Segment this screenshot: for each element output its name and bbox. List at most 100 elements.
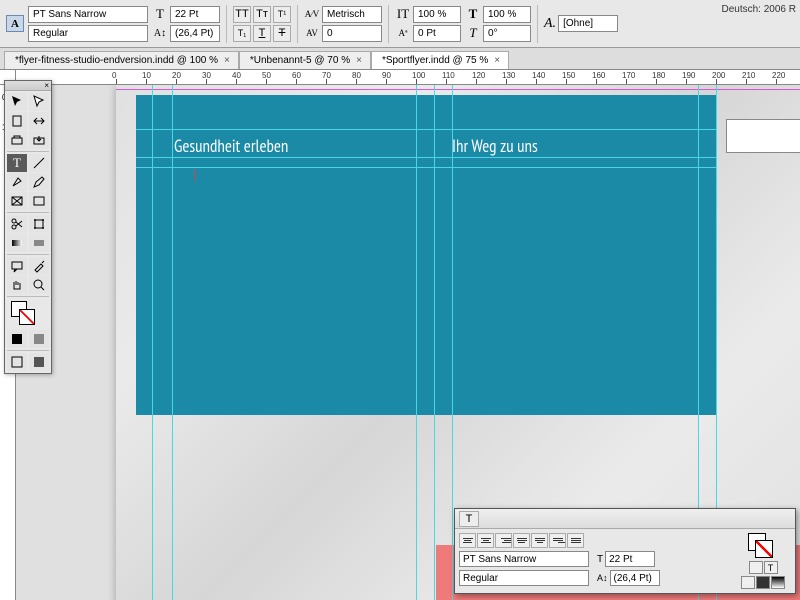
font-style-field[interactable] bbox=[28, 25, 148, 42]
apply-gradient-button[interactable] bbox=[29, 330, 49, 348]
apply-color-button[interactable] bbox=[7, 330, 27, 348]
tools-panel[interactable]: × T bbox=[4, 80, 52, 374]
baseline-icon: Aª bbox=[395, 25, 411, 41]
page-tool[interactable] bbox=[7, 112, 27, 130]
allcaps-button[interactable]: TT bbox=[233, 6, 251, 23]
control-bar: A T A↕ TT Tᴛ T¹ T₁ T T A⁄V AV IT Aª T T … bbox=[0, 0, 800, 48]
panel-leading-field[interactable] bbox=[610, 570, 660, 586]
underline-button[interactable]: T bbox=[253, 25, 271, 42]
teal-frame[interactable]: Gesundheit erleben Ihr Weg zu uns bbox=[136, 95, 716, 415]
heading-gesundheit[interactable]: Gesundheit erleben bbox=[174, 135, 288, 157]
character-panel[interactable]: T T A↕ bbox=[454, 508, 796, 594]
normal-view-button[interactable] bbox=[7, 353, 27, 371]
ruler-horizontal[interactable]: 0102030405060708090100110120130140150160… bbox=[16, 70, 800, 85]
align-right-button[interactable] bbox=[495, 533, 512, 548]
apply-gradient-button[interactable] bbox=[771, 576, 785, 589]
tab-sportflyer[interactable]: *Sportflyer.indd @ 75 %× bbox=[371, 51, 509, 69]
gap-tool[interactable] bbox=[29, 112, 49, 130]
guide[interactable] bbox=[136, 157, 716, 158]
hscale-field[interactable] bbox=[483, 6, 531, 23]
smallcaps-button[interactable]: Tᴛ bbox=[253, 6, 271, 23]
hand-tool[interactable] bbox=[7, 276, 27, 294]
pen-tool[interactable] bbox=[7, 173, 27, 191]
font-size-field[interactable] bbox=[170, 6, 220, 23]
direct-selection-tool[interactable] bbox=[29, 93, 49, 111]
guide[interactable] bbox=[136, 167, 716, 168]
guide[interactable] bbox=[152, 85, 153, 600]
panel-header[interactable]: × bbox=[5, 81, 51, 91]
justify-left-button[interactable] bbox=[513, 533, 530, 548]
guide[interactable] bbox=[434, 85, 435, 600]
type-tool-indicator[interactable]: A bbox=[6, 15, 24, 32]
rectangle-tool[interactable] bbox=[29, 192, 49, 210]
content-collector-tool[interactable] bbox=[7, 131, 27, 149]
apply-color-button[interactable] bbox=[756, 576, 770, 589]
text-format-button[interactable]: T bbox=[764, 561, 778, 574]
vscale-field[interactable] bbox=[413, 6, 461, 23]
leading-icon: A↕ bbox=[597, 573, 608, 583]
hscale-icon: T bbox=[465, 6, 481, 22]
font-family-field[interactable] bbox=[28, 6, 148, 23]
scissors-tool[interactable] bbox=[7, 215, 27, 233]
close-icon[interactable]: × bbox=[494, 55, 500, 66]
kerning-icon: A⁄V bbox=[304, 6, 320, 22]
guide[interactable] bbox=[452, 85, 453, 600]
note-tool[interactable] bbox=[7, 257, 27, 275]
skew-field[interactable] bbox=[483, 25, 531, 42]
vscale-icon: IT bbox=[395, 6, 411, 22]
justify-center-button[interactable] bbox=[531, 533, 548, 548]
close-icon[interactable]: × bbox=[356, 55, 362, 66]
white-text-frame[interactable]: WIR bbox=[726, 119, 800, 153]
pencil-tool[interactable] bbox=[29, 173, 49, 191]
leading-field[interactable] bbox=[170, 25, 220, 42]
tab-flyer-fitness[interactable]: *flyer-fitness-studio-endversion.indd @ … bbox=[4, 51, 239, 69]
panel-font-size-field[interactable] bbox=[605, 551, 655, 567]
text-cursor bbox=[194, 169, 195, 181]
selection-tool[interactable] bbox=[7, 93, 27, 111]
preview-view-button[interactable] bbox=[29, 353, 49, 371]
strike-button[interactable]: T bbox=[273, 25, 291, 42]
free-transform-tool[interactable] bbox=[29, 215, 49, 233]
close-icon[interactable]: × bbox=[44, 81, 49, 90]
align-center-button[interactable] bbox=[477, 533, 494, 548]
char-style-field[interactable] bbox=[558, 15, 618, 32]
heading-ihrweg[interactable]: Ihr Weg zu uns bbox=[452, 135, 538, 157]
type-tool[interactable]: T bbox=[7, 154, 27, 172]
tracking-icon: AV bbox=[304, 25, 320, 41]
eyedropper-tool[interactable] bbox=[29, 257, 49, 275]
line-tool[interactable] bbox=[29, 154, 49, 172]
container-format-button[interactable] bbox=[749, 561, 763, 574]
panel-fill-stroke-swatch[interactable] bbox=[748, 533, 778, 559]
rectangle-frame-tool[interactable] bbox=[7, 192, 27, 210]
subscript-button[interactable]: T₁ bbox=[233, 25, 251, 42]
document-tabs: *flyer-fitness-studio-endversion.indd @ … bbox=[0, 48, 800, 70]
type-icon: T bbox=[459, 511, 479, 527]
panel-font-family-field[interactable] bbox=[459, 551, 589, 567]
gradient-feather-tool[interactable] bbox=[29, 234, 49, 252]
zoom-tool[interactable] bbox=[29, 276, 49, 294]
tracking-field[interactable] bbox=[322, 25, 382, 42]
justify-right-button[interactable] bbox=[549, 533, 566, 548]
tab-unbenannt-5[interactable]: *Unbenannt-5 @ 70 %× bbox=[239, 51, 371, 69]
align-left-button[interactable] bbox=[459, 533, 476, 548]
gradient-swatch-tool[interactable] bbox=[7, 234, 27, 252]
formatting-container-buttons: T bbox=[749, 561, 778, 574]
content-placer-tool[interactable] bbox=[29, 131, 49, 149]
panel-header[interactable]: T bbox=[455, 509, 795, 529]
apply-format-buttons bbox=[741, 576, 785, 589]
guide[interactable] bbox=[136, 129, 716, 130]
kerning-field[interactable] bbox=[322, 6, 382, 23]
panel-font-style-field[interactable] bbox=[459, 570, 589, 586]
justify-all-button[interactable] bbox=[567, 533, 584, 548]
baseline-field[interactable] bbox=[413, 25, 461, 42]
apply-none-button[interactable] bbox=[741, 576, 755, 589]
alignment-buttons bbox=[459, 533, 729, 548]
guide[interactable] bbox=[416, 85, 417, 600]
close-icon[interactable]: × bbox=[224, 55, 230, 66]
skew-icon: T bbox=[465, 25, 481, 41]
fill-stroke-swatch[interactable] bbox=[7, 299, 49, 329]
guide[interactable] bbox=[172, 85, 173, 600]
font-size-icon: T bbox=[597, 554, 603, 565]
font-size-icon: T bbox=[152, 6, 168, 22]
superscript-button[interactable]: T¹ bbox=[273, 6, 291, 23]
